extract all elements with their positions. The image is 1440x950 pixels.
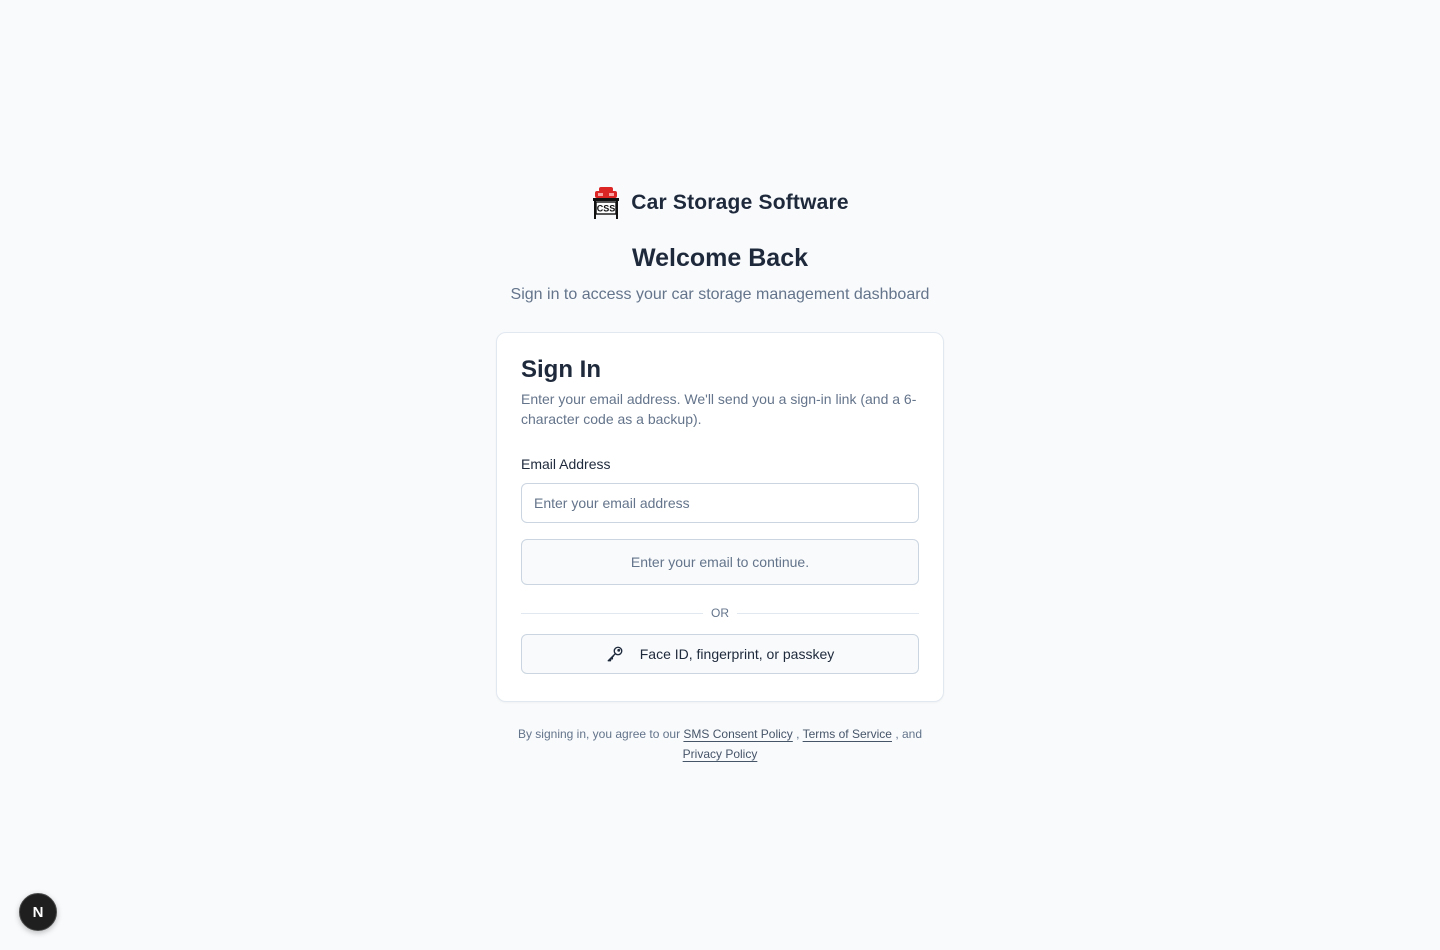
divider-line-right: [737, 612, 919, 614]
divider-line-left: [521, 612, 703, 614]
card-description: Enter your email address. We'll send you…: [521, 391, 917, 427]
legal-prefix: By signing in, you agree to our: [517, 727, 681, 741]
brand-header: CSS Car Storage Software: [0, 186, 1440, 220]
key-icon: [607, 646, 623, 662]
nextjs-icon: N: [32, 903, 44, 921]
passkey-label: Face ID, fingerprint, or passkey: [639, 646, 835, 662]
passkey-button[interactable]: Face ID, fingerprint, or passkey: [521, 634, 919, 674]
sign-in-page: CSS Car Storage Software Welcome Back Si…: [0, 0, 1440, 950]
brand-name: Car Storage Software: [631, 191, 849, 214]
privacy-link[interactable]: Privacy Policy: [683, 747, 758, 761]
sms-consent-link[interactable]: SMS Consent Policy: [683, 727, 792, 741]
or-divider: OR: [521, 605, 919, 621]
legal-comma: ,: [796, 727, 800, 741]
divider-text: OR: [711, 606, 729, 620]
page-title: Welcome Back: [631, 244, 808, 272]
terms-link[interactable]: Terms of Service: [803, 727, 892, 741]
page-subtitle: Sign in to access your car storage manag…: [510, 286, 930, 303]
legal-and: , and: [895, 727, 923, 741]
email-input[interactable]: [521, 483, 919, 523]
continue-button[interactable]: Enter your email to continue.: [521, 539, 919, 585]
legal-notice: By signing in, you agree to our SMS Cons…: [496, 724, 944, 764]
logo-text: CSS: [597, 204, 616, 214]
email-label: Email Address: [521, 456, 611, 472]
sign-in-card: Sign In Enter your email address. We'll …: [496, 332, 944, 702]
nextjs-dev-badge[interactable]: N: [19, 893, 57, 931]
car-storage-logo-icon: CSS: [593, 187, 620, 219]
card-title: Sign In: [521, 356, 601, 383]
